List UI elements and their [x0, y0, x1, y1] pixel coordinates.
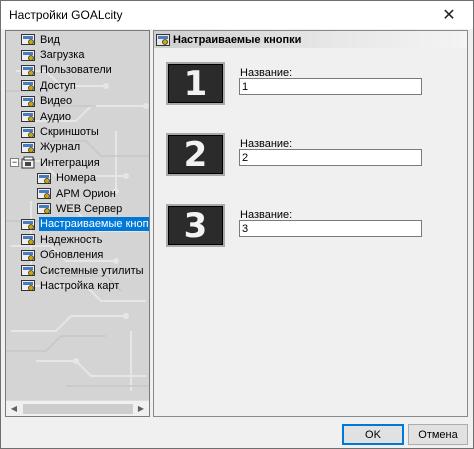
custom-buttons-panel: Настраиваемые кнопки 1 Название: 2 Назва…	[153, 30, 468, 417]
settings-icon	[21, 95, 36, 108]
title-bar: Настройки GOALcity ✕	[1, 1, 473, 29]
tree-item[interactable]: Журнал	[6, 140, 149, 155]
button-3-digit: 3	[183, 205, 208, 246]
settings-icon	[37, 187, 52, 200]
scroll-left-icon[interactable]: ◀	[6, 401, 22, 416]
ok-button[interactable]: OK	[342, 424, 404, 445]
tree-item-label: Интеграция	[40, 156, 100, 169]
button-2-image: 2	[166, 133, 225, 176]
panel-header: Настраиваемые кнопки	[154, 31, 467, 48]
tree-item-label: Видео	[40, 95, 73, 108]
button-3-name-input[interactable]	[239, 220, 422, 237]
tree-item[interactable]: − Интеграция	[6, 155, 149, 170]
tree-item[interactable]: Доступ	[6, 78, 149, 93]
scrollbar-thumb[interactable]	[23, 404, 133, 414]
tree-item-label: АРМ Орион	[56, 187, 116, 200]
tree-item[interactable]: Обновления	[6, 247, 149, 262]
settings-icon	[21, 233, 36, 246]
settings-icon	[37, 202, 52, 215]
button-1-digit: 1	[183, 63, 208, 104]
tree-item-label: Настройка карт	[40, 279, 120, 292]
folder-icon	[21, 156, 36, 169]
tree-item-label: WEB Сервер	[56, 202, 123, 215]
tree-item[interactable]: Надежность	[6, 232, 149, 247]
settings-tree[interactable]: Вид Загрузка Пользователи Доступ Видео Аудио С…	[5, 30, 150, 417]
tree-item[interactable]: Настраиваемые кнопки	[6, 217, 149, 232]
settings-icon	[156, 33, 170, 46]
settings-icon	[21, 218, 36, 231]
settings-icon	[21, 79, 36, 92]
button-1-name-input[interactable]	[239, 78, 422, 95]
tree-item[interactable]: Аудио	[6, 109, 149, 124]
tree-item[interactable]: Номера	[6, 171, 149, 186]
collapse-icon[interactable]: −	[10, 158, 19, 168]
tree-item-label: Пользователи	[40, 64, 112, 77]
button-2-digit: 2	[183, 134, 208, 175]
tree-item-label: Аудио	[40, 110, 72, 123]
tree-items: Вид Загрузка Пользователи Доступ Видео Аудио С…	[6, 32, 149, 294]
tree-item[interactable]: Вид	[6, 32, 149, 47]
button-2-name-input[interactable]	[239, 149, 422, 166]
settings-icon	[21, 279, 36, 292]
settings-icon	[21, 110, 36, 123]
panel-title: Настраиваемые кнопки	[173, 33, 302, 46]
tree-item[interactable]: WEB Сервер	[6, 201, 149, 216]
settings-icon	[21, 141, 36, 154]
tree-item-label: Вид	[40, 33, 60, 46]
settings-icon	[21, 33, 36, 46]
window-title: Настройки GOALcity	[9, 8, 123, 22]
tree-horizontal-scrollbar[interactable]: ◀ ▶	[6, 400, 149, 416]
tree-item-label: Системные утилиты	[40, 264, 144, 277]
tree-item-label: Обновления	[40, 249, 104, 262]
settings-icon	[21, 64, 36, 77]
settings-icon	[21, 126, 36, 139]
tree-item-label: Надежность	[40, 233, 103, 246]
scroll-right-icon[interactable]: ▶	[133, 401, 149, 416]
tree-item-label: Номера	[56, 172, 96, 185]
tree-item-label: Настраиваемые кнопки	[39, 217, 149, 232]
tree-item[interactable]: Настройка карт	[6, 278, 149, 293]
tree-item-label: Журнал	[40, 141, 81, 154]
tree-item[interactable]: АРМ Орион	[6, 186, 149, 201]
tree-item[interactable]: Загрузка	[6, 47, 149, 62]
settings-icon	[21, 249, 36, 262]
close-icon[interactable]: ✕	[429, 3, 469, 27]
tree-item[interactable]: Системные утилиты	[6, 263, 149, 278]
cancel-button[interactable]: Отмена	[408, 424, 468, 445]
tree-item-label: Скриншоты	[40, 126, 99, 139]
button-1-image: 1	[166, 62, 225, 105]
settings-icon	[21, 264, 36, 277]
tree-item[interactable]: Пользователи	[6, 63, 149, 78]
settings-icon	[37, 172, 52, 185]
tree-item-label: Доступ	[40, 79, 76, 92]
tree-item[interactable]: Видео	[6, 94, 149, 109]
tree-item-label: Загрузка	[40, 49, 85, 62]
settings-dialog: Настройки GOALcity ✕ Вид Загрузка Пользо…	[0, 0, 474, 449]
button-3-image: 3	[166, 204, 225, 247]
settings-icon	[21, 49, 36, 62]
tree-item[interactable]: Скриншоты	[6, 124, 149, 139]
